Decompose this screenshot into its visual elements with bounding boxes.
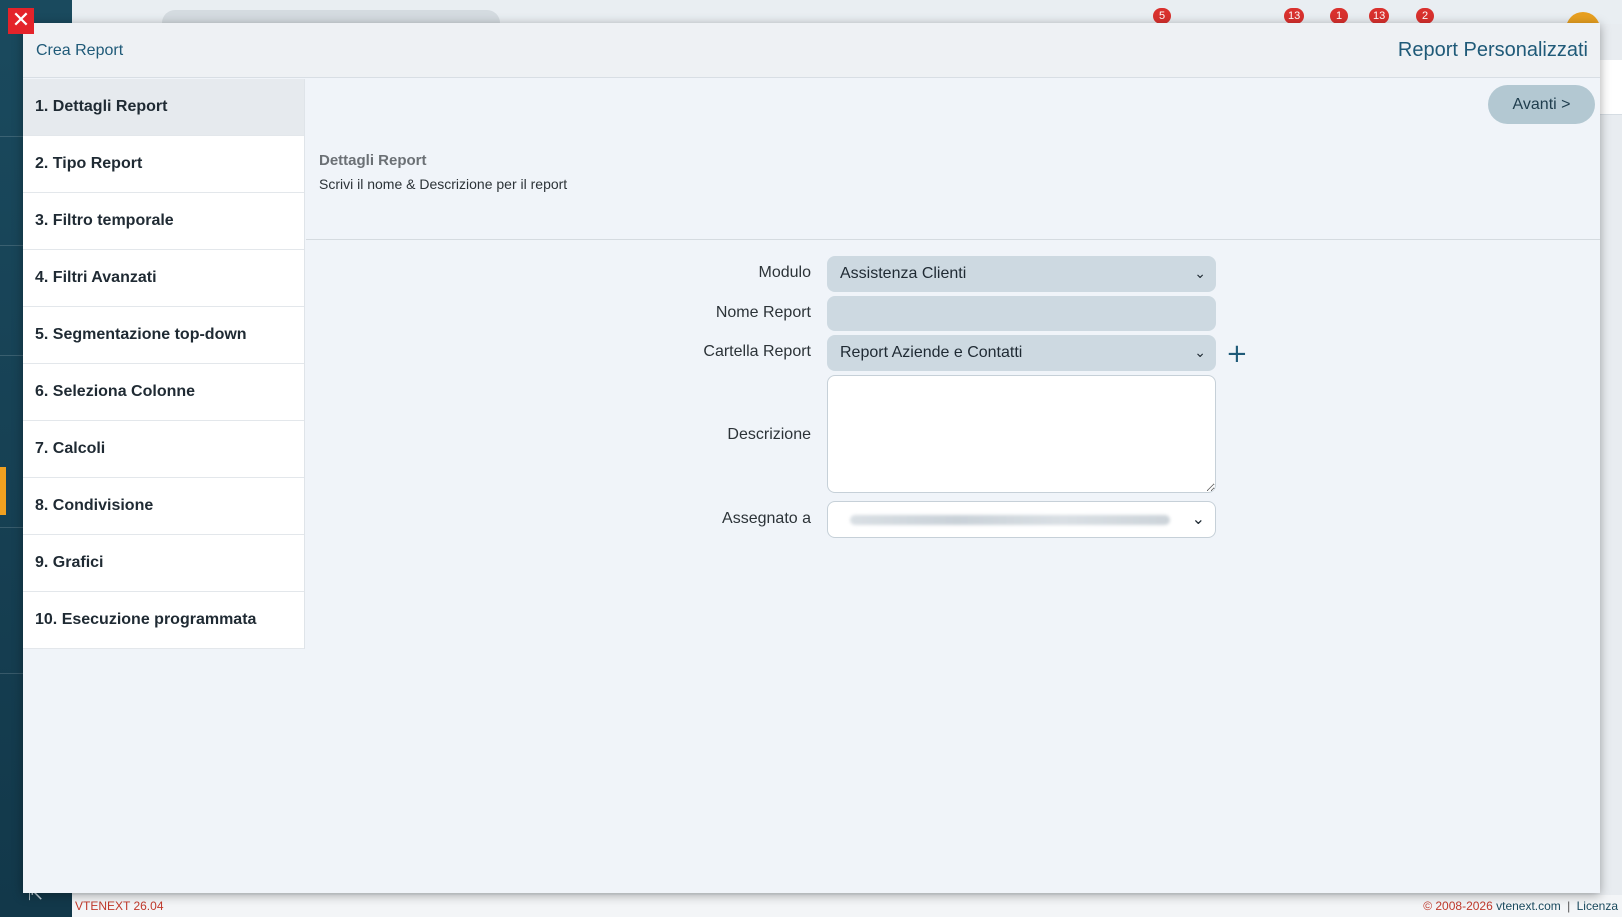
- notification-badge[interactable]: 5: [1153, 8, 1171, 24]
- background-panel: [1600, 60, 1622, 115]
- wizard-steps: 1. Dettagli Report 2. Tipo Report 3. Fil…: [23, 79, 305, 649]
- version-label: VTENEXT 26.04: [75, 899, 164, 913]
- copyright-label: © 2008-2026: [1423, 899, 1493, 913]
- notification-badge[interactable]: 13: [1284, 8, 1305, 24]
- report-folder-label: Cartella Report: [703, 343, 811, 360]
- step-label: 6. Seleziona Colonne: [35, 383, 196, 400]
- modal-header: Crea Report Report Personalizzati: [23, 23, 1600, 78]
- chevron-down-icon: ⌄: [1194, 266, 1206, 282]
- modal-title: Report Personalizzati: [1397, 39, 1588, 61]
- close-modal-button[interactable]: ✕: [8, 8, 34, 34]
- notification-badge[interactable]: 13: [1369, 8, 1390, 24]
- step-label: 4. Filtri Avanzati: [35, 269, 157, 286]
- step-label: 2. Tipo Report: [35, 155, 143, 172]
- description-label: Descrizione: [727, 426, 811, 443]
- site-link[interactable]: vtenext.com: [1496, 899, 1561, 913]
- module-value: Assistenza Clienti: [840, 265, 967, 282]
- wizard-step[interactable]: 3. Filtro temporale: [23, 193, 304, 250]
- wizard-step[interactable]: 8. Condivisione: [23, 478, 304, 535]
- app-topbar: 5 13 1 13 2: [72, 0, 1622, 46]
- chevron-down-icon: ⌄: [1194, 345, 1206, 361]
- close-icon: ✕: [11, 8, 31, 33]
- redacted-value: [850, 515, 1170, 525]
- chevron-down-icon: ⌄: [1191, 511, 1205, 528]
- wizard-step[interactable]: 2. Tipo Report: [23, 136, 304, 193]
- module-select[interactable]: Assistenza Clienti ⌄: [827, 256, 1216, 292]
- report-name-label: Nome Report: [715, 304, 811, 321]
- step-label: 5. Segmentazione top-down: [35, 326, 247, 343]
- divider: [306, 239, 1600, 240]
- step-label: 8. Condivisione: [35, 497, 154, 514]
- step-label: 1. Dettagli Report: [35, 98, 168, 115]
- report-folder-select[interactable]: Report Aziende e Contatti ⌄: [827, 335, 1216, 371]
- step-label: 9. Grafici: [35, 554, 104, 571]
- footer: VTENEXT 26.04 © 2008-2026 vtenext.com | …: [72, 895, 1622, 917]
- notification-badge[interactable]: 2: [1416, 8, 1434, 24]
- wizard-step[interactable]: 7. Calcoli: [23, 421, 304, 478]
- sidebar-active-indicator: [0, 467, 6, 515]
- wizard-step[interactable]: 6. Seleziona Colonne: [23, 364, 304, 421]
- step-label: 10. Esecuzione programmata: [35, 611, 257, 628]
- assigned-to-label: Assegnato a: [722, 510, 811, 527]
- wizard-content: Avanti > Dettagli Report Scrivi il nome …: [306, 79, 1600, 893]
- wizard-step[interactable]: 4. Filtri Avanzati: [23, 250, 304, 307]
- module-label: Modulo: [758, 264, 811, 281]
- create-report-modal: Crea Report Report Personalizzati 1. Det…: [23, 23, 1600, 893]
- report-name-input[interactable]: [827, 296, 1216, 331]
- section-title: Dettagli Report: [319, 152, 427, 169]
- breadcrumb[interactable]: Crea Report: [36, 42, 123, 60]
- step-label: 3. Filtro temporale: [35, 212, 174, 229]
- description-textarea[interactable]: [827, 375, 1216, 493]
- add-folder-icon[interactable]: +: [1226, 341, 1248, 367]
- wizard-step[interactable]: 9. Grafici: [23, 535, 304, 592]
- wizard-step[interactable]: 10. Esecuzione programmata: [23, 592, 304, 649]
- wizard-step[interactable]: 1. Dettagli Report: [23, 79, 304, 136]
- notification-badge[interactable]: 1: [1330, 8, 1348, 24]
- step-label: 7. Calcoli: [35, 440, 106, 457]
- assigned-to-select[interactable]: ⌄: [827, 501, 1216, 538]
- report-folder-value: Report Aziende e Contatti: [840, 344, 1023, 361]
- next-button[interactable]: Avanti >: [1488, 85, 1595, 124]
- section-subtitle: Scrivi il nome & Descrizione per il repo…: [319, 176, 568, 192]
- wizard-step[interactable]: 5. Segmentazione top-down: [23, 307, 304, 364]
- footer-separator: |: [1567, 899, 1571, 913]
- license-link[interactable]: Licenza: [1577, 899, 1618, 913]
